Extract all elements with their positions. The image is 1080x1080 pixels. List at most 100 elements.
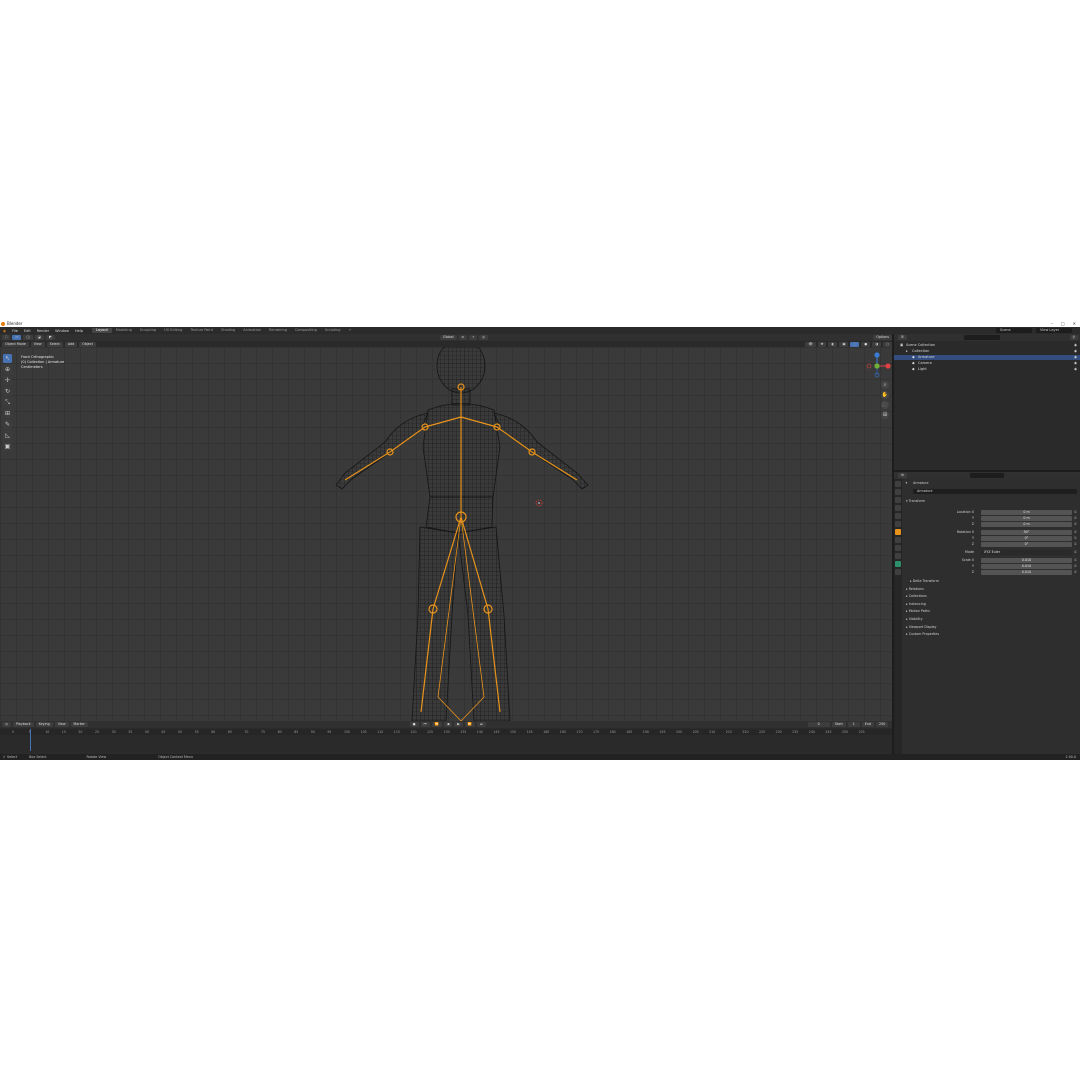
menu-help[interactable]: Help	[72, 329, 86, 333]
navigation-gizmo[interactable]	[866, 352, 892, 378]
menu-view[interactable]: View	[30, 341, 45, 347]
tab-rendering[interactable]: Rendering	[265, 328, 291, 333]
properties-section-header[interactable]: ▸ Delta Transform	[910, 579, 939, 584]
playhead[interactable]	[30, 729, 31, 751]
tab-view-layer-icon[interactable]	[895, 505, 901, 511]
xray-toggle-icon[interactable]: ▣	[839, 341, 849, 347]
outliner-row[interactable]: ◆ Light ◉	[894, 367, 1080, 372]
tab-texture-paint[interactable]: Texture Paint	[186, 328, 217, 333]
options-dropdown[interactable]: Options	[873, 335, 892, 340]
pan-hand-icon[interactable]: ✋	[881, 391, 889, 399]
filter-icon[interactable]: ⚲	[1069, 335, 1078, 340]
lock-icon[interactable]: ⚿	[1074, 564, 1077, 569]
lock-icon[interactable]: ⚿	[1074, 522, 1077, 527]
select-box-tool-icon[interactable]: ↖	[3, 354, 12, 363]
field-value[interactable]: XYZ Euler	[981, 550, 1072, 555]
record-icon[interactable]: ●	[409, 722, 419, 727]
tab-world-icon[interactable]	[895, 521, 901, 527]
overlay-toggle-icon[interactable]: ◐	[828, 341, 838, 347]
properties-search-input[interactable]	[970, 473, 1004, 478]
current-frame-field[interactable]: 0	[807, 722, 830, 727]
lock-icon[interactable]: ⚿	[1074, 510, 1077, 515]
select-extend-icon[interactable]: ◫	[23, 335, 33, 340]
field-value[interactable]: 0°	[981, 542, 1072, 547]
properties-section-header[interactable]: ▸ Motion Paths	[906, 609, 930, 614]
tab-tool-icon[interactable]	[895, 481, 901, 487]
menu-add[interactable]: Add	[64, 341, 78, 347]
properties-section-header[interactable]: ▸ Collections	[906, 594, 927, 599]
outliner-row[interactable]: ▣ Scene Collection ◉	[894, 343, 1080, 348]
field-value[interactable]: 0.010	[981, 558, 1072, 563]
next-key-icon[interactable]: ⏩	[464, 722, 475, 727]
ortho-grid-icon[interactable]: ⊞	[881, 411, 889, 419]
play-reverse-icon[interactable]: ◀	[443, 722, 453, 727]
lock-icon[interactable]: ⚿	[1074, 530, 1077, 535]
menu-playback[interactable]: Playback	[12, 722, 34, 727]
tab-layout[interactable]: Layout	[91, 328, 112, 333]
field-value[interactable]: 0 m	[981, 510, 1072, 515]
visibility-icon[interactable]: 👁	[805, 341, 816, 347]
field-value[interactable]: 0 m	[981, 522, 1072, 527]
blender-menu-icon[interactable]: ◉	[0, 329, 9, 333]
scene-selector[interactable]: Scene	[996, 328, 1032, 333]
menu-select[interactable]: Select	[46, 341, 63, 347]
properties-section-header[interactable]: ▸ Instancing	[906, 602, 926, 607]
lock-icon[interactable]: ⚿	[1074, 516, 1077, 521]
tab-bone-icon[interactable]	[895, 569, 901, 575]
transform-tool-icon[interactable]: ⊞	[3, 409, 12, 418]
field-value[interactable]: 0 m	[981, 516, 1072, 521]
shading-solid-icon[interactable]: ●	[861, 341, 871, 347]
menu-view-timeline[interactable]: View	[54, 722, 69, 727]
shading-rendered-icon[interactable]: ○	[883, 341, 892, 347]
cursor-tool-icon[interactable]: ⊕	[3, 365, 12, 374]
select-mode-button[interactable]: ▭	[12, 335, 22, 340]
object-name-field[interactable]: Armature	[913, 489, 1077, 494]
timeline-editor-icon[interactable]: ◷	[2, 722, 11, 727]
properties-editor-icon[interactable]: ⚙	[898, 473, 907, 478]
add-workspace-button[interactable]: +	[344, 328, 355, 333]
move-tool-icon[interactable]: ✛	[3, 376, 12, 385]
3d-cursor[interactable]	[535, 499, 543, 507]
tab-data-icon[interactable]	[895, 561, 901, 567]
tab-modeling[interactable]: Modeling	[112, 328, 136, 333]
minimize-button[interactable]: –	[1051, 321, 1053, 326]
select-subtract-icon[interactable]: ◪	[34, 335, 44, 340]
visibility-eye-icon[interactable]: ◉	[1074, 355, 1077, 360]
tab-scripting[interactable]: Scripting	[321, 328, 345, 333]
shading-material-icon[interactable]: ◑	[872, 341, 882, 347]
tab-physics-icon[interactable]	[895, 545, 901, 551]
tab-sculpting[interactable]: Sculpting	[136, 328, 160, 333]
shading-wireframe-icon[interactable]: ◌	[850, 341, 860, 347]
outliner-search-input[interactable]	[964, 335, 1000, 340]
menu-window[interactable]: Window	[52, 329, 72, 333]
lock-icon[interactable]: ⚿	[1074, 570, 1077, 575]
start-frame-field[interactable]: 1	[847, 722, 860, 727]
measure-tool-icon[interactable]: ◺	[3, 431, 12, 440]
visibility-eye-icon[interactable]: ◉	[1074, 343, 1077, 348]
outliner-row[interactable]: ▸ Collection ◉	[894, 349, 1080, 354]
field-value[interactable]: 0.010	[981, 564, 1072, 569]
tab-render-icon[interactable]	[895, 489, 901, 495]
visibility-eye-icon[interactable]: ◉	[1074, 361, 1077, 366]
field-value[interactable]: 90°	[981, 530, 1072, 535]
tab-modifiers-icon[interactable]	[895, 537, 901, 543]
play-icon[interactable]: ▶	[454, 722, 463, 727]
end-frame-field[interactable]: 250	[876, 722, 889, 727]
mode-dropdown[interactable]: Object Mode	[2, 341, 29, 347]
editor-type-icon[interactable]: ⛶	[2, 335, 11, 340]
field-value[interactable]: 0°	[981, 536, 1072, 541]
menu-object[interactable]: Object	[79, 341, 96, 347]
lock-icon[interactable]: ⚿	[1074, 536, 1077, 541]
properties-section-header[interactable]: ▸ Custom Properties	[906, 632, 939, 637]
maximize-button[interactable]: □	[1061, 321, 1065, 326]
orientation-dropdown[interactable]: Global	[440, 335, 457, 340]
annotate-tool-icon[interactable]: ✎	[3, 420, 12, 429]
jump-end-icon[interactable]: ⏭	[476, 722, 486, 727]
tab-uv-editing[interactable]: UV Editing	[160, 328, 186, 333]
view-layer-selector[interactable]: View Layer	[1036, 328, 1072, 333]
close-button[interactable]: ✕	[1073, 321, 1076, 326]
prev-key-icon[interactable]: ⏪	[431, 722, 442, 727]
menu-marker[interactable]: Marker	[70, 722, 88, 727]
menu-keying[interactable]: Keying	[35, 722, 53, 727]
tab-object-icon[interactable]	[895, 529, 901, 535]
